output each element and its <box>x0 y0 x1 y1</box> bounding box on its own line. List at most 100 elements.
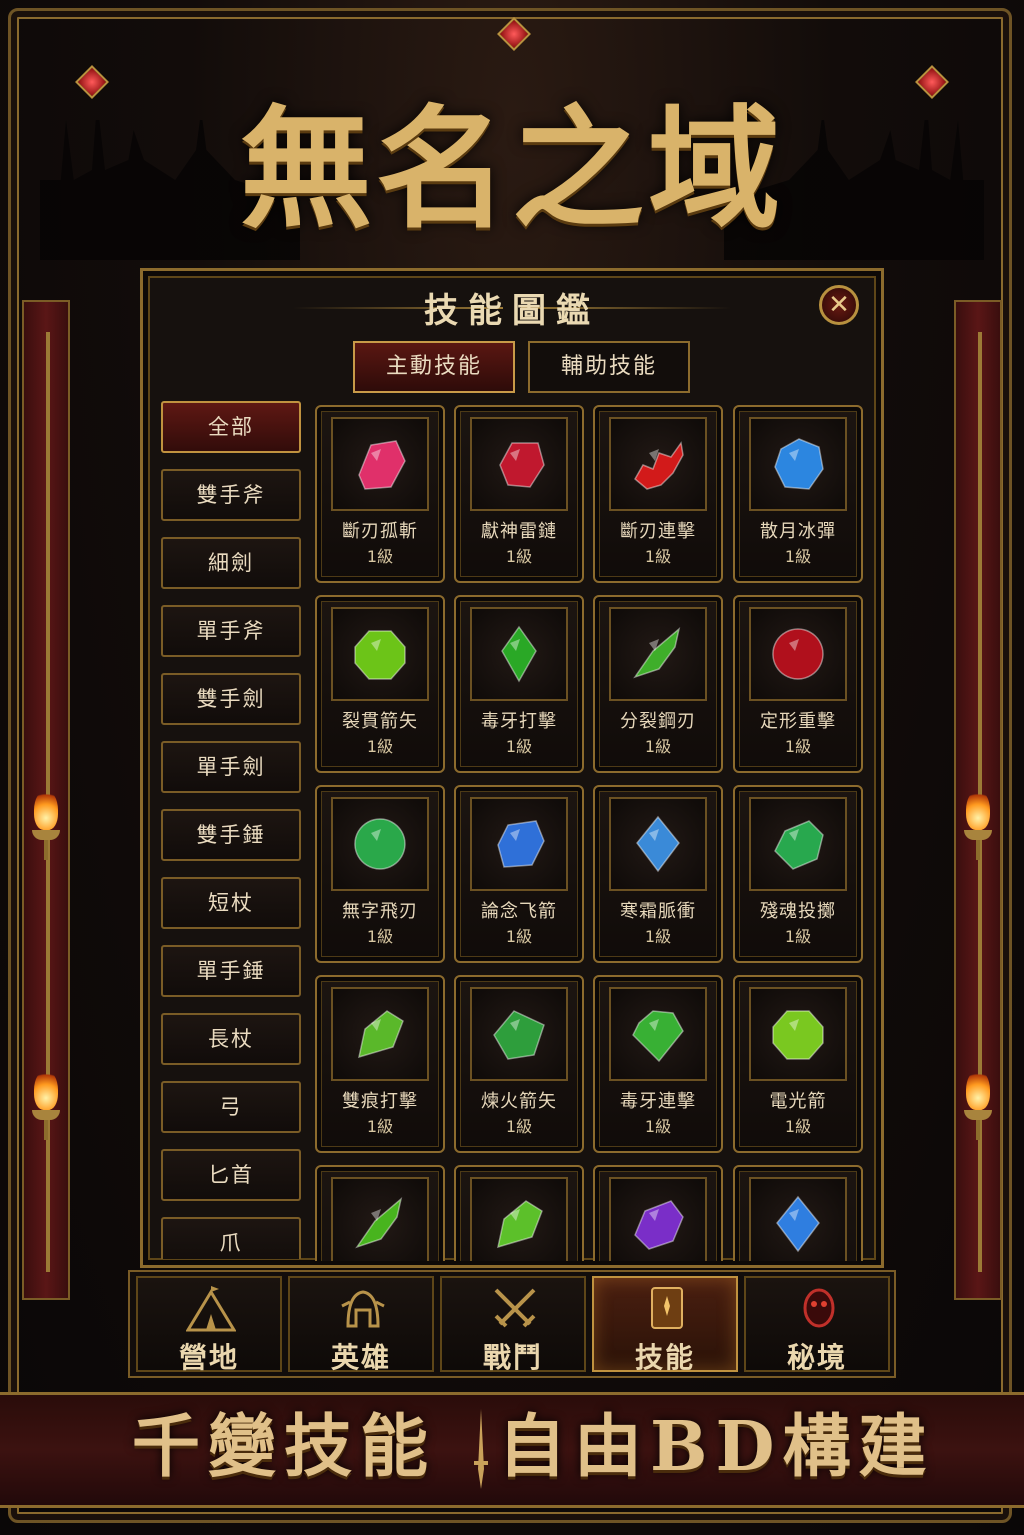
gold-ring-gem-icon <box>354 818 406 870</box>
pink-ruby-gem-icon <box>358 440 406 490</box>
skill-gem-frame <box>749 1177 847 1261</box>
skill-level: 1級 <box>644 737 672 756</box>
category-two-hand-sword[interactable]: 雙手劍 <box>161 673 301 725</box>
skill-gem-frame <box>331 607 429 701</box>
category-two-hand-axe[interactable]: 雙手斧 <box>161 469 301 521</box>
skill-level: 1級 <box>366 1117 394 1136</box>
skill-name: 無字飛刃 <box>342 901 418 922</box>
skill-card[interactable]: 寒霜脈衝 1級 <box>593 785 723 963</box>
skill-name: 殘魂投擲 <box>760 901 836 922</box>
skill-card[interactable]: 煉火箭矢 1級 <box>454 975 584 1153</box>
skill-card[interactable] <box>593 1165 723 1261</box>
skill-name: 寒霜脈衝 <box>620 901 696 922</box>
promo-banner: 千變技能 自由BD構建 <box>0 1392 1024 1508</box>
blue-diamond-gem-icon <box>636 815 680 873</box>
bottom-navigation: 營地 英雄 戰鬥 技能 秘境 <box>128 1270 896 1378</box>
skill-card[interactable]: 散月冰彈 1級 <box>733 405 863 583</box>
skill-card[interactable]: 分裂鋼刃 1級 <box>593 595 723 773</box>
tab-support-skills[interactable]: 輔助技能 <box>528 341 690 393</box>
red-cluster-gem-icon <box>634 441 684 490</box>
skill-gem-frame <box>331 1177 429 1261</box>
skill-gem-frame <box>749 797 847 891</box>
skill-level: 1級 <box>784 547 812 566</box>
skill-card[interactable]: 定形重擊 1級 <box>733 595 863 773</box>
skill-card[interactable]: 論念飞箭 1級 <box>454 785 584 963</box>
skill-gem-frame <box>331 797 429 891</box>
category-bow[interactable]: 弓 <box>161 1081 301 1133</box>
green-shard-gem-icon <box>355 1196 403 1249</box>
nav-battle[interactable]: 戰鬥 <box>440 1276 586 1374</box>
green-shard-gem-icon <box>633 626 681 679</box>
close-button[interactable]: ✕ <box>819 285 859 325</box>
banner-text-left: 千變技能 <box>132 1407 437 1487</box>
skill-card[interactable]: 無字飛刃 1級 <box>315 785 445 963</box>
skill-gem-frame <box>470 1177 568 1261</box>
skill-level: 1級 <box>366 737 394 756</box>
skill-gem-frame <box>331 987 429 1081</box>
category-two-hand-mace[interactable]: 雙手錘 <box>161 809 301 861</box>
skill-level: 1級 <box>366 547 394 566</box>
skill-name: 電光箭 <box>769 1091 827 1112</box>
skill-level: 1級 <box>366 927 394 946</box>
green-slab-gem-icon <box>493 1010 545 1060</box>
green-leaf-gem-icon <box>497 1200 543 1249</box>
torch-icon <box>960 1070 996 1140</box>
torch-icon <box>960 790 996 860</box>
panel-title: 技能圖鑑 <box>424 291 600 331</box>
skill-card[interactable]: 雙痕打擊 1級 <box>315 975 445 1153</box>
demon-portal-icon <box>803 1288 835 1328</box>
skill-gem-frame <box>609 1177 707 1261</box>
red-orb-gem-icon <box>772 628 824 680</box>
skill-card[interactable] <box>315 1165 445 1261</box>
skill-name: 斷刃孤斬 <box>342 521 418 542</box>
skill-card[interactable]: 毒牙打擊 1級 <box>454 595 584 773</box>
category-all[interactable]: 全部 <box>161 401 301 453</box>
skill-card[interactable] <box>454 1165 584 1261</box>
nav-heroes[interactable]: 英雄 <box>288 1276 434 1374</box>
green-rough-gem-icon <box>774 820 824 870</box>
category-staff[interactable]: 長杖 <box>161 1013 301 1065</box>
skill-name: 散月冰彈 <box>760 521 836 542</box>
nav-camp[interactable]: 營地 <box>136 1276 282 1374</box>
skill-name: 定形重擊 <box>760 711 836 732</box>
red-ruby-gem-icon <box>499 442 545 488</box>
skill-gem-frame <box>470 417 568 511</box>
skill-gem-frame <box>470 987 568 1081</box>
skill-level: 1級 <box>505 547 533 566</box>
spellbook-icon <box>651 1287 683 1329</box>
category-rapier[interactable]: 細劍 <box>161 537 301 589</box>
helmet-icon <box>341 1290 385 1328</box>
skill-card[interactable]: 斷刃連擊 1級 <box>593 405 723 583</box>
skill-card[interactable]: 毒牙連擊 1級 <box>593 975 723 1153</box>
category-one-hand-mace[interactable]: 單手錘 <box>161 945 301 997</box>
skill-name: 論念飞箭 <box>481 901 557 922</box>
skill-card[interactable]: 電光箭 1級 <box>733 975 863 1153</box>
skill-level: 1級 <box>505 1117 533 1136</box>
skill-name: 斷刃連擊 <box>620 521 696 542</box>
skill-card[interactable]: 斷刃孤斬 1級 <box>315 405 445 583</box>
skill-card[interactable]: 裂貫箭矢 1級 <box>315 595 445 773</box>
tab-active-skills[interactable]: 主動技能 <box>353 341 515 393</box>
weapon-category-list: 全部 雙手斧 細劍 單手斧 雙手劍 單手劍 雙手錘 短杖 單手錘 長杖 弓 匕首… <box>161 401 303 1259</box>
crossed-swords-icon <box>494 1288 536 1328</box>
skill-gem-frame <box>609 607 707 701</box>
skill-card[interactable]: 殘魂投擲 1級 <box>733 785 863 963</box>
category-wand[interactable]: 短杖 <box>161 877 301 929</box>
nav-skills[interactable]: 技能 <box>592 1276 738 1374</box>
green-leaf-gem-icon <box>358 1010 404 1059</box>
skill-gem-frame <box>331 417 429 511</box>
category-one-hand-axe[interactable]: 單手斧 <box>161 605 301 657</box>
skill-name: 獻神雷鏈 <box>481 521 557 542</box>
blue-oval-gem-icon <box>497 820 545 868</box>
category-one-hand-sword[interactable]: 單手劍 <box>161 741 301 793</box>
purple-amethyst-gem-icon <box>634 1200 684 1250</box>
tent-icon <box>186 1286 236 1332</box>
category-dagger[interactable]: 匕首 <box>161 1149 301 1201</box>
skill-name: 分裂鋼刃 <box>620 711 696 732</box>
skill-level: 1級 <box>784 1117 812 1136</box>
category-claw[interactable]: 爪 <box>161 1217 301 1259</box>
skill-card[interactable] <box>733 1165 863 1261</box>
skill-card[interactable]: 獻神雷鏈 1級 <box>454 405 584 583</box>
skill-level: 1級 <box>644 1117 672 1136</box>
nav-secret-realm[interactable]: 秘境 <box>744 1276 890 1374</box>
